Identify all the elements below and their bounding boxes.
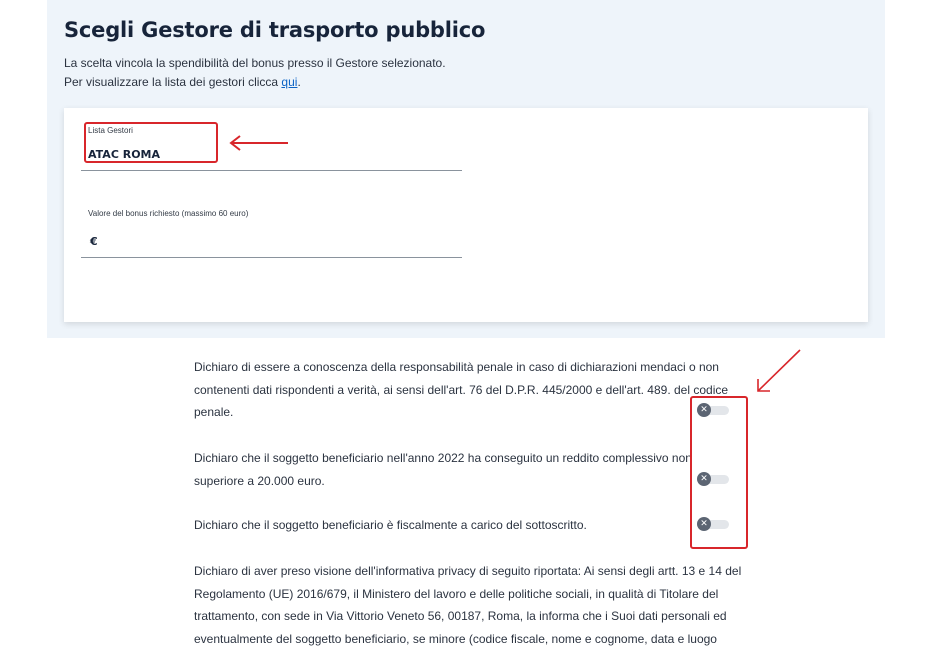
page-title: Scegli Gestore di trasporto pubblico: [64, 18, 486, 42]
declaration-item-3: Dichiaro che il soggetto beneficiario è …: [194, 518, 587, 532]
intro-line-1: La scelta vincola la spendibilità del bo…: [64, 56, 446, 70]
currency-symbol: €: [90, 235, 98, 248]
operators-list-link[interactable]: qui: [281, 75, 297, 89]
intro-line-2: Per visualizzare la lista dei gestori cl…: [64, 73, 446, 92]
amount-input[interactable]: [108, 235, 448, 251]
annotation-highlight-operator: [84, 122, 218, 163]
declaration-item-2: Dichiaro che il soggetto beneficiario ne…: [194, 451, 692, 488]
amount-field-underline: [81, 257, 462, 258]
intro-line-2-suffix: .: [297, 75, 301, 89]
annotation-arrow-left-icon: [229, 135, 288, 151]
intro-text: La scelta vincola la spendibilità del bo…: [64, 54, 446, 92]
annotation-arrow-down-left-icon: [757, 349, 801, 392]
amount-field-label: Valore del bonus richiesto (massimo 60 e…: [88, 209, 249, 218]
intro-line-2-prefix: Per visualizzare la lista dei gestori cl…: [64, 75, 282, 89]
declaration-item-1: Dichiaro di essere a conoscenza della re…: [194, 360, 729, 419]
operator-select-underline: [81, 170, 462, 171]
annotation-highlight-toggles: [690, 396, 748, 549]
declaration-item-4: Dichiaro di aver preso visione dell'info…: [194, 564, 742, 646]
